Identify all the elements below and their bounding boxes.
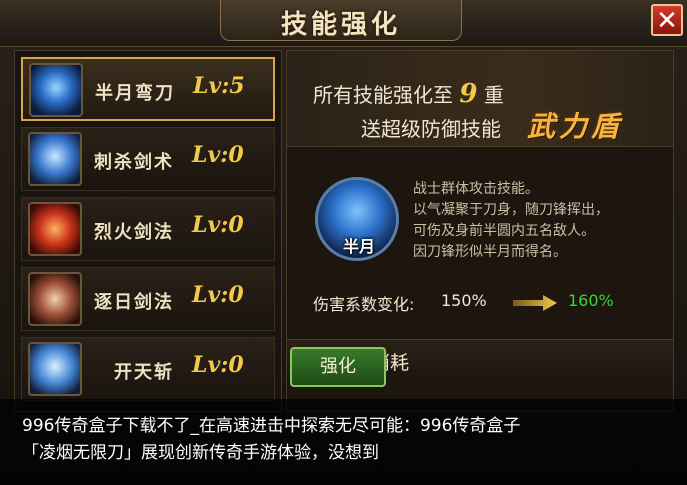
caption-overlay: 996传奇盒子下载不了_在高速进击中探索无尽可能：996传奇盒子 「凌烟无限刀」… xyxy=(0,399,687,485)
banner-suffix: 重 xyxy=(483,83,504,107)
close-icon: ✕ xyxy=(656,6,678,36)
skill-name: 逐日剑法 xyxy=(94,292,174,313)
skill-level: Lv:5 xyxy=(193,73,245,99)
damage-to: 160% xyxy=(568,291,614,310)
assassin-sword-icon xyxy=(28,132,82,186)
description-line: 以气凝聚于刀身，随刀锋挥出， xyxy=(413,202,609,218)
skill-enhance-window: 技能强化 ✕ 半月弯刀 Lv:5 刺杀剑术 Lv:0 烈火剑法 Lv:0 逐日剑… xyxy=(0,0,687,485)
skill-level: Lv:0 xyxy=(192,282,244,308)
skill-name: 烈火剑法 xyxy=(94,222,174,243)
fire-sword-icon xyxy=(28,202,82,256)
description-line: 因刀锋形似半月而得名。 xyxy=(413,244,567,260)
close-button[interactable]: ✕ xyxy=(651,4,683,36)
skill-row-sky-cleave[interactable]: 开天斩 Lv:0 xyxy=(21,337,275,401)
skill-description: 战士群体攻击技能。 以气凝聚于刀身，随刀锋挥出， 可伤及身前半圆内五名敌人。 因… xyxy=(413,179,668,263)
banner-skill-name: 武力盾 xyxy=(527,110,624,143)
enhance-button[interactable]: 强化 xyxy=(290,347,386,387)
skill-name: 开天斩 xyxy=(114,362,174,383)
title-plate: 技能强化 xyxy=(220,0,462,41)
damage-change-row: 伤害系数变化: 150% 160% xyxy=(313,289,673,319)
skill-level: Lv:0 xyxy=(192,142,244,168)
promo-banner: 所有技能强化至 9 重 送超级防御技能 武力盾 xyxy=(287,51,673,147)
skill-row-crescent-blade[interactable]: 半月弯刀 Lv:5 xyxy=(21,57,275,121)
skill-level: Lv:0 xyxy=(192,352,244,378)
caption-text: 996传奇盒子下载不了_在高速进击中探索无尽可能：996传奇盒子 「凌烟无限刀」… xyxy=(22,413,672,467)
skill-level: Lv:0 xyxy=(192,212,244,238)
skill-list: 半月弯刀 Lv:5 刺杀剑术 Lv:0 烈火剑法 Lv:0 逐日剑法 Lv:0 … xyxy=(14,50,282,412)
sun-chase-sword-icon xyxy=(28,272,82,326)
arrow-right-icon xyxy=(513,295,557,311)
description-line: 可伤及身前半圆内五名敌人。 xyxy=(413,223,595,239)
description-line: 战士群体攻击技能。 xyxy=(413,181,539,197)
skill-name: 刺杀剑术 xyxy=(94,152,174,173)
skill-name: 半月弯刀 xyxy=(95,83,175,104)
crescent-blade-icon xyxy=(29,63,83,117)
banner-prefix: 所有技能强化至 xyxy=(313,83,453,107)
skill-row-assassin-sword[interactable]: 刺杀剑术 Lv:0 xyxy=(21,127,275,191)
damage-from: 150% xyxy=(441,291,487,310)
banner-line2: 送超级防御技能 xyxy=(361,117,501,141)
skill-row-sun-chase-sword[interactable]: 逐日剑法 Lv:0 xyxy=(21,267,275,331)
sky-cleave-icon xyxy=(28,342,82,396)
window-title: 技能强化 xyxy=(280,10,401,40)
banner-line1: 所有技能强化至 9 重 xyxy=(313,79,504,109)
title-bar: 技能强化 ✕ xyxy=(0,0,687,47)
damage-label: 伤害系数变化: xyxy=(313,295,415,314)
selected-skill-label: 半月 xyxy=(342,237,375,256)
skill-row-fire-sword[interactable]: 烈火剑法 Lv:0 xyxy=(21,197,275,261)
caption-line: 「凌烟无限刀」展现创新传奇手游体验，没想到 xyxy=(22,443,379,463)
banner-number: 9 xyxy=(459,79,478,109)
caption-line: 996传奇盒子下载不了_在高速进击中探索无尽可能：996传奇盒子 xyxy=(22,416,521,436)
